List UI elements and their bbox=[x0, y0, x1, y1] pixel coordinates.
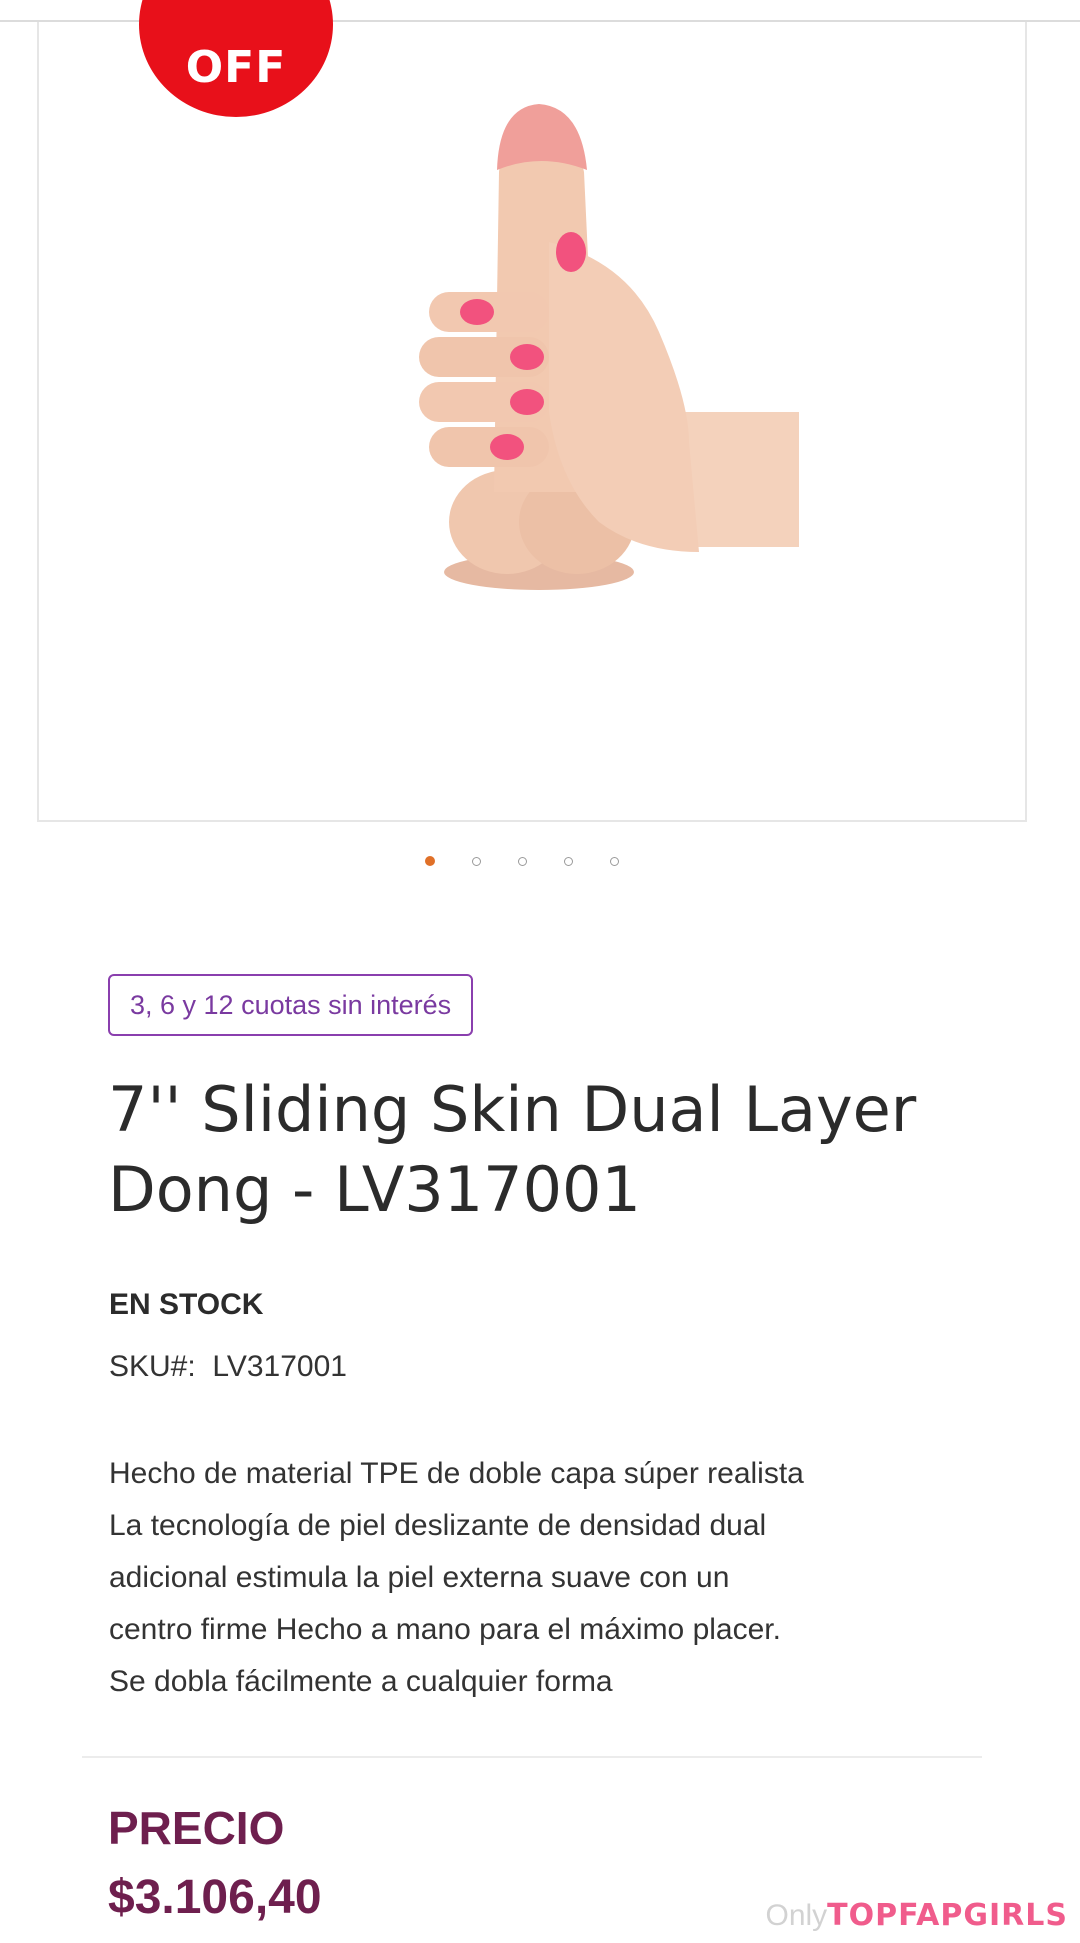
gallery-dot-4[interactable] bbox=[564, 856, 573, 866]
gallery-dot-2[interactable] bbox=[472, 856, 481, 866]
description-line: adicional estimula la piel externa suave… bbox=[109, 1561, 730, 1594]
arm bbox=[679, 412, 799, 547]
product-title: 7'' Sliding Skin Dual Layer Dong - LV317… bbox=[108, 1073, 917, 1226]
watermark-text-a: Only bbox=[765, 1899, 828, 1932]
nail bbox=[510, 344, 544, 370]
gallery-dot-3[interactable] bbox=[518, 856, 527, 866]
sku-label: SKU#: bbox=[109, 1350, 196, 1383]
sku-value: LV317001 bbox=[212, 1350, 347, 1383]
installments-badge: 3, 6 y 12 cuotas sin interés bbox=[108, 974, 474, 1036]
nail bbox=[510, 389, 544, 415]
nail bbox=[460, 299, 494, 325]
description-line: centro firme Hecho a mano para el máximo… bbox=[109, 1613, 781, 1646]
product-page: OFF 3, 6 y 12 cuotas sin interés 7'' Sli… bbox=[0, 0, 1080, 1943]
gallery-pagination bbox=[425, 851, 645, 871]
description-line: Se dobla fácilmente a cualquier forma bbox=[109, 1665, 613, 1698]
nail bbox=[490, 434, 524, 460]
price-value: $3.106,40 bbox=[108, 1871, 322, 1924]
discount-badge-label: OFF bbox=[185, 42, 287, 93]
stock-status: EN STOCK bbox=[109, 1288, 264, 1321]
gallery-dot-5[interactable] bbox=[610, 856, 619, 866]
price-label: PRECIO bbox=[108, 1802, 285, 1854]
description-line: La tecnología de piel deslizante de dens… bbox=[109, 1509, 767, 1542]
product-tip bbox=[497, 104, 587, 170]
product-description: Hecho de material TPE de doble capa súpe… bbox=[109, 1448, 1009, 1708]
description-line: Hecho de material TPE de doble capa súpe… bbox=[109, 1457, 804, 1490]
divider bbox=[82, 1756, 982, 1758]
product-image-gallery[interactable]: OFF bbox=[37, 0, 1027, 822]
sku-row: SKU#: LV317001 bbox=[109, 1350, 347, 1384]
product-photo[interactable] bbox=[399, 82, 859, 642]
finger bbox=[429, 427, 549, 467]
nail bbox=[556, 232, 586, 272]
discount-badge: OFF bbox=[139, 0, 333, 117]
watermark: OnlyTOPFAPGIRLS bbox=[765, 1898, 1068, 1933]
gallery-dot-1[interactable] bbox=[425, 856, 435, 866]
watermark-text-b: TOPFAPGIRLS bbox=[827, 1898, 1068, 1933]
